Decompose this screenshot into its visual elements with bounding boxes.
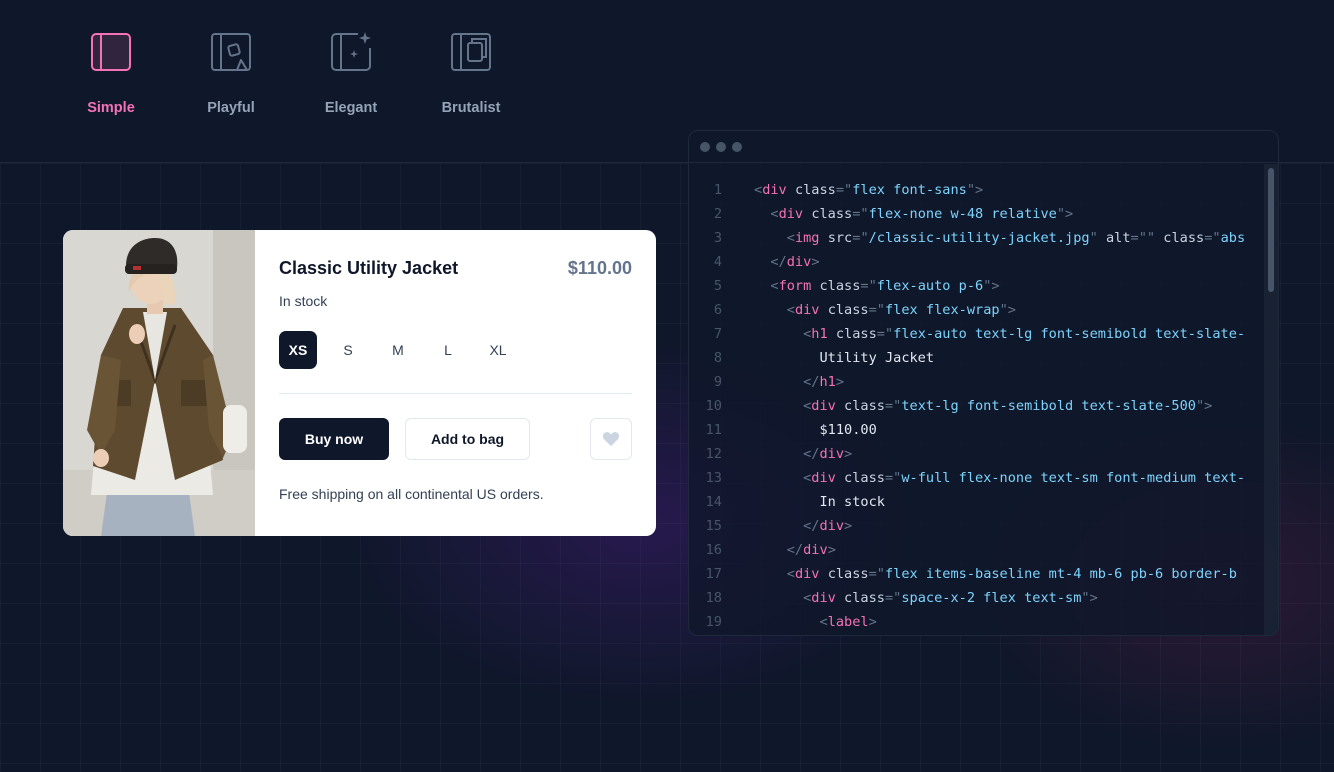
- code-line: 1 <div class="flex font-sans">: [689, 178, 1264, 202]
- line-number: 7: [713, 326, 722, 342]
- code-line: 6 <div class="flex flex-wrap">: [689, 298, 1264, 322]
- line-number: 11: [705, 422, 722, 438]
- tab-elegant[interactable]: Elegant: [291, 30, 411, 116]
- code-text: <div class="w-full flex-none text-sm fon…: [803, 470, 1246, 486]
- tab-label: Brutalist: [441, 100, 501, 116]
- code-line: 17 <div class="flex items-baseline mt-4 …: [689, 562, 1264, 586]
- line-number: 16: [705, 542, 722, 558]
- shipping-note: Free shipping on all continental US orde…: [279, 486, 544, 502]
- code-text: </div>: [803, 446, 853, 462]
- line-number: 18: [705, 590, 722, 606]
- buy-now-button[interactable]: Buy now: [279, 418, 389, 460]
- code-line: 19 <label>: [689, 610, 1264, 634]
- theme-tabs: Simple Playful Elegant Brutalist: [51, 30, 531, 116]
- code-text: Utility Jacket: [754, 350, 935, 366]
- code-text: <label>: [819, 614, 877, 630]
- line-number: 5: [713, 278, 722, 294]
- line-number: 1: [713, 182, 722, 198]
- product-price: $110.00: [567, 258, 632, 278]
- title-row: Classic Utility Jacket $110.00: [279, 258, 632, 279]
- line-number: 6: [713, 302, 722, 318]
- code-text: <form class="flex-auto p-6">: [770, 278, 1000, 294]
- code-line: 2 <div class="flex-none w-48 relative">: [689, 202, 1264, 226]
- line-number: 9: [713, 374, 722, 390]
- window-dot: [700, 141, 710, 152]
- code-text: <h1 class="flex-auto text-lg font-semibo…: [803, 326, 1246, 342]
- elegant-layout-icon: [331, 32, 371, 71]
- product-title: Classic Utility Jacket: [279, 258, 459, 278]
- code-line: 8 Utility Jacket: [689, 346, 1264, 370]
- code-text: <div class="flex font-sans">: [754, 182, 984, 198]
- playful-layout-icon: [211, 33, 251, 71]
- code-line: 5 <form class="flex-auto p-6">: [689, 274, 1264, 298]
- size-option-m[interactable]: M: [379, 331, 417, 369]
- code-text: </div>: [803, 518, 853, 534]
- tab-brutalist[interactable]: Brutalist: [411, 30, 531, 116]
- size-option-l[interactable]: L: [429, 331, 467, 369]
- line-number: 10: [705, 398, 722, 414]
- action-row: Buy now Add to bag: [279, 418, 632, 460]
- size-selector: XS S M L XL: [279, 331, 632, 394]
- product-form: Classic Utility Jacket $110.00 In stock …: [255, 230, 656, 536]
- code-line: 11 $110.00: [689, 418, 1264, 442]
- code-line: 4 </div>: [689, 250, 1264, 274]
- line-number: 8: [713, 350, 722, 366]
- code-line: 3 <img src="/classic-utility-jacket.jpg"…: [689, 226, 1264, 250]
- line-number: 4: [713, 254, 722, 270]
- size-option-xs[interactable]: XS: [279, 331, 317, 369]
- window-dot: [716, 141, 726, 152]
- favorite-button[interactable]: [590, 418, 632, 460]
- code-listing: 1 <div class="flex font-sans"> 2 <div clas…: [689, 178, 1264, 635]
- tab-label: Playful: [207, 100, 255, 116]
- code-line: 7 <h1 class="flex-auto text-lg font-semi…: [689, 322, 1264, 346]
- line-number: 12: [705, 446, 722, 462]
- code-line: 12 </div>: [689, 442, 1264, 466]
- code-line: 13 <div class="w-full flex-none text-sm …: [689, 466, 1264, 490]
- line-number: 3: [713, 230, 722, 246]
- line-number: 19: [705, 614, 722, 630]
- code-text: </div>: [770, 254, 820, 270]
- code-line: 15 </div>: [689, 514, 1264, 538]
- size-option-s[interactable]: S: [329, 331, 367, 369]
- code-text: <div class="flex items-baseline mt-4 mb-…: [786, 566, 1237, 582]
- code-line: 9 </h1>: [689, 370, 1264, 394]
- code-text: $110.00: [754, 422, 877, 438]
- code-line: 10 <div class="text-lg font-semibold tex…: [689, 394, 1264, 418]
- code-text: </div>: [786, 542, 836, 558]
- code-line: 16 </div>: [689, 538, 1264, 562]
- code-text: <div class="flex flex-wrap">: [786, 302, 1016, 318]
- code-line: 14 In stock: [689, 490, 1264, 514]
- line-number: 2: [713, 206, 722, 222]
- simple-layout-icon: [91, 33, 131, 71]
- code-text: In stock: [754, 494, 885, 510]
- size-option-xl[interactable]: XL: [479, 331, 517, 369]
- code-scrollbar[interactable]: [1264, 164, 1278, 635]
- brutalist-layout-icon: [451, 33, 491, 71]
- heart-icon: [602, 432, 620, 447]
- code-text: <img src="/classic-utility-jacket.jpg" a…: [786, 230, 1246, 246]
- code-window: 1 <div class="flex font-sans"> 2 <div clas…: [688, 130, 1279, 636]
- scrollbar-thumb[interactable]: [1268, 168, 1274, 292]
- window-dot: [732, 141, 742, 152]
- tab-simple[interactable]: Simple: [51, 30, 171, 116]
- add-to-bag-button[interactable]: Add to bag: [405, 418, 530, 460]
- code-line: 18 <div class="space-x-2 flex text-sm">: [689, 586, 1264, 610]
- code-text: <div class="flex-none w-48 relative">: [770, 206, 1074, 222]
- jacket-photo: [63, 230, 255, 536]
- line-number: 14: [705, 494, 722, 510]
- window-titlebar: [689, 131, 1278, 163]
- line-number: 15: [705, 518, 722, 534]
- code-text: <div class="text-lg font-semibold text-s…: [803, 398, 1213, 414]
- tab-playful[interactable]: Playful: [171, 30, 291, 116]
- stock-status: In stock: [279, 293, 328, 309]
- code-text: <div class="space-x-2 flex text-sm">: [803, 590, 1098, 606]
- line-number: 13: [705, 470, 722, 486]
- product-card: Classic Utility Jacket $110.00 In stock …: [63, 230, 656, 536]
- tab-label: Simple: [87, 100, 135, 116]
- tab-label: Elegant: [324, 100, 378, 116]
- line-number: 17: [705, 566, 722, 582]
- code-text: </h1>: [803, 374, 845, 390]
